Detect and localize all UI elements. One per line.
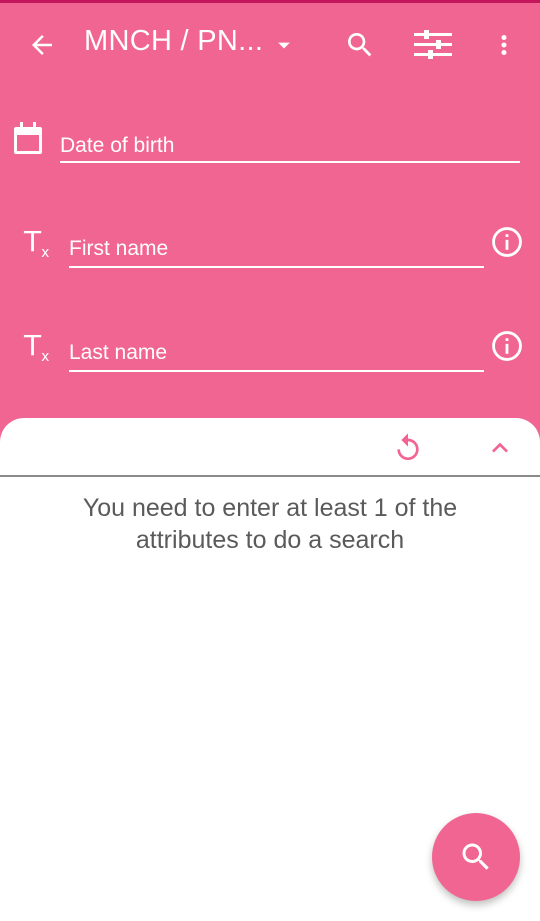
- empty-search-message: You need to enter at least 1 of the attr…: [82, 494, 458, 554]
- first-name-field[interactable]: First name: [69, 229, 484, 269]
- chevron-up-icon: [492, 442, 508, 453]
- search-fab[interactable]: [432, 813, 520, 901]
- filter-sliders-icon: [414, 30, 452, 59]
- info-icon[interactable]: [490, 225, 524, 259]
- date-of-birth-label: Date of birth: [60, 134, 175, 157]
- first-name-underline: [69, 266, 484, 268]
- first-name-row: Tx First name: [0, 215, 540, 285]
- last-name-label: Last name: [69, 341, 168, 364]
- reset-button[interactable]: [386, 426, 430, 470]
- collapse-button[interactable]: [478, 426, 522, 470]
- app-bar: MNCH / PN...: [0, 3, 540, 85]
- back-button[interactable]: [20, 23, 64, 67]
- search-icon: [348, 33, 372, 57]
- last-name-field[interactable]: Last name: [69, 333, 484, 373]
- program-dropdown-button[interactable]: [266, 25, 302, 65]
- refresh-icon: [397, 433, 419, 460]
- date-of-birth-field[interactable]: Date of birth: [60, 124, 520, 164]
- first-name-label: First name: [69, 237, 169, 260]
- search-icon: [462, 843, 489, 870]
- text-format-icon: Tx: [24, 329, 50, 365]
- caret-down-icon: [278, 42, 290, 49]
- date-of-birth-row: Date of birth: [0, 110, 540, 180]
- program-title[interactable]: MNCH / PN...: [84, 25, 263, 58]
- arrow-back-icon: [32, 35, 52, 55]
- last-name-underline: [69, 370, 484, 372]
- more-vert-icon: [501, 35, 507, 55]
- info-icon[interactable]: [490, 329, 524, 363]
- text-format-icon: Tx: [24, 225, 50, 261]
- filter-button[interactable]: [408, 23, 458, 67]
- calendar-icon: [14, 122, 42, 154]
- overflow-menu-button[interactable]: [486, 23, 522, 67]
- last-name-row: Tx Last name: [0, 319, 540, 389]
- date-of-birth-underline: [60, 161, 520, 163]
- search-button[interactable]: [338, 23, 382, 67]
- sheet-divider: [0, 475, 540, 477]
